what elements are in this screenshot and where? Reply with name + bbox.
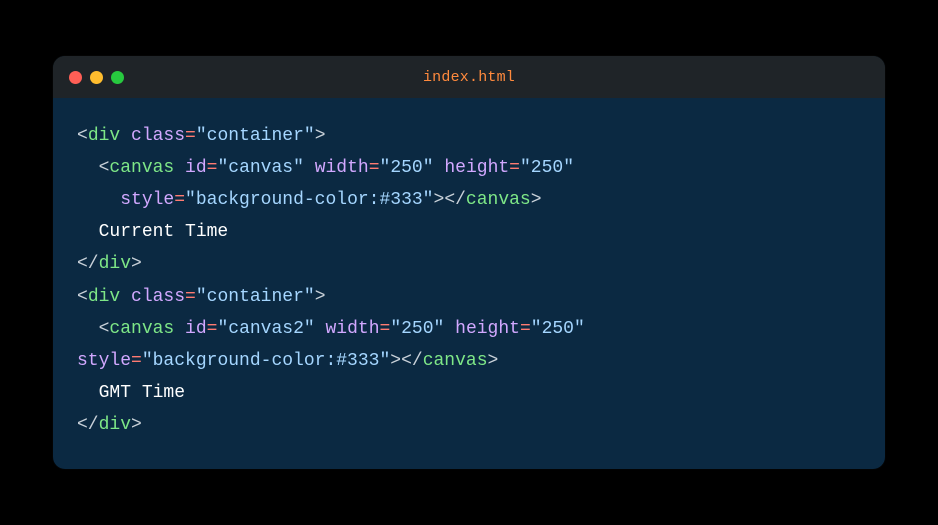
- token-tag: div: [88, 126, 120, 146]
- token-punct: >: [315, 126, 326, 146]
- token-punct: </: [77, 415, 99, 435]
- token-tag: canvas: [466, 190, 531, 210]
- token-text: GMT Time: [99, 383, 185, 403]
- token-string: "canvas": [217, 158, 303, 178]
- token-attr: height: [455, 319, 520, 339]
- token-string: "container": [196, 126, 315, 146]
- token-eq: =: [369, 158, 380, 178]
- token-punct: >: [488, 351, 499, 371]
- token-eq: =: [185, 287, 196, 307]
- token-punct: [174, 319, 185, 339]
- token-attr: class: [131, 287, 185, 307]
- token-punct: >: [390, 351, 401, 371]
- token-punct: </: [77, 254, 99, 274]
- token-string: "background-color:#333": [142, 351, 390, 371]
- code-line[interactable]: <div class="container">: [77, 281, 861, 313]
- token-punct: <: [99, 158, 110, 178]
- token-punct: [120, 126, 131, 146]
- token-eq: =: [185, 126, 196, 146]
- code-line[interactable]: <div class="container">: [77, 120, 861, 152]
- token-eq: =: [131, 351, 142, 371]
- token-punct: <: [77, 126, 88, 146]
- code-area[interactable]: <div class="container"> <canvas id="canv…: [53, 98, 885, 468]
- token-eq: =: [520, 319, 531, 339]
- code-line[interactable]: </div>: [77, 409, 861, 441]
- token-attr: height: [444, 158, 509, 178]
- code-line[interactable]: </div>: [77, 248, 861, 280]
- token-tag: canvas: [109, 319, 174, 339]
- token-string: "250": [390, 319, 444, 339]
- token-attr: width: [326, 319, 380, 339]
- code-line[interactable]: GMT Time: [77, 377, 861, 409]
- token-punct: [174, 158, 185, 178]
- token-string: "250": [531, 319, 585, 339]
- token-tag: canvas: [109, 158, 174, 178]
- code-line[interactable]: <canvas id="canvas" width="250" height="…: [77, 152, 861, 184]
- token-punct: </: [444, 190, 466, 210]
- token-punct: [304, 158, 315, 178]
- code-line[interactable]: style="background-color:#333"></canvas>: [77, 184, 861, 216]
- token-string: "background-color:#333": [185, 190, 433, 210]
- token-tag: div: [99, 415, 131, 435]
- token-punct: <: [99, 319, 110, 339]
- token-punct: [444, 319, 455, 339]
- token-tag: div: [99, 254, 131, 274]
- token-punct: >: [131, 415, 142, 435]
- token-punct: >: [531, 190, 542, 210]
- token-string: "250": [380, 158, 434, 178]
- token-punct: [434, 158, 445, 178]
- code-line[interactable]: <canvas id="canvas2" width="250" height=…: [77, 313, 861, 345]
- token-text: Current Time: [99, 222, 229, 242]
- token-tag: canvas: [423, 351, 488, 371]
- token-punct: </: [401, 351, 423, 371]
- token-attr: id: [185, 319, 207, 339]
- token-eq: =: [174, 190, 185, 210]
- token-attr: id: [185, 158, 207, 178]
- token-tag: div: [88, 287, 120, 307]
- token-punct: >: [131, 254, 142, 274]
- token-attr: width: [315, 158, 369, 178]
- token-string: "canvas2": [217, 319, 314, 339]
- editor-window: index.html <div class="container"> <canv…: [53, 56, 885, 468]
- token-attr: class: [131, 126, 185, 146]
- token-punct: [315, 319, 326, 339]
- titlebar: index.html: [53, 56, 885, 98]
- token-eq: =: [509, 158, 520, 178]
- code-line[interactable]: style="background-color:#333"></canvas>: [77, 345, 861, 377]
- token-string: "container": [196, 287, 315, 307]
- window-title: index.html: [53, 69, 885, 86]
- token-punct: >: [315, 287, 326, 307]
- token-punct: [120, 287, 131, 307]
- code-line[interactable]: Current Time: [77, 216, 861, 248]
- token-attr: style: [120, 190, 174, 210]
- token-string: "250": [520, 158, 574, 178]
- token-punct: <: [77, 287, 88, 307]
- token-eq: =: [380, 319, 391, 339]
- token-attr: style: [77, 351, 131, 371]
- token-punct: >: [434, 190, 445, 210]
- token-eq: =: [207, 158, 218, 178]
- token-eq: =: [207, 319, 218, 339]
